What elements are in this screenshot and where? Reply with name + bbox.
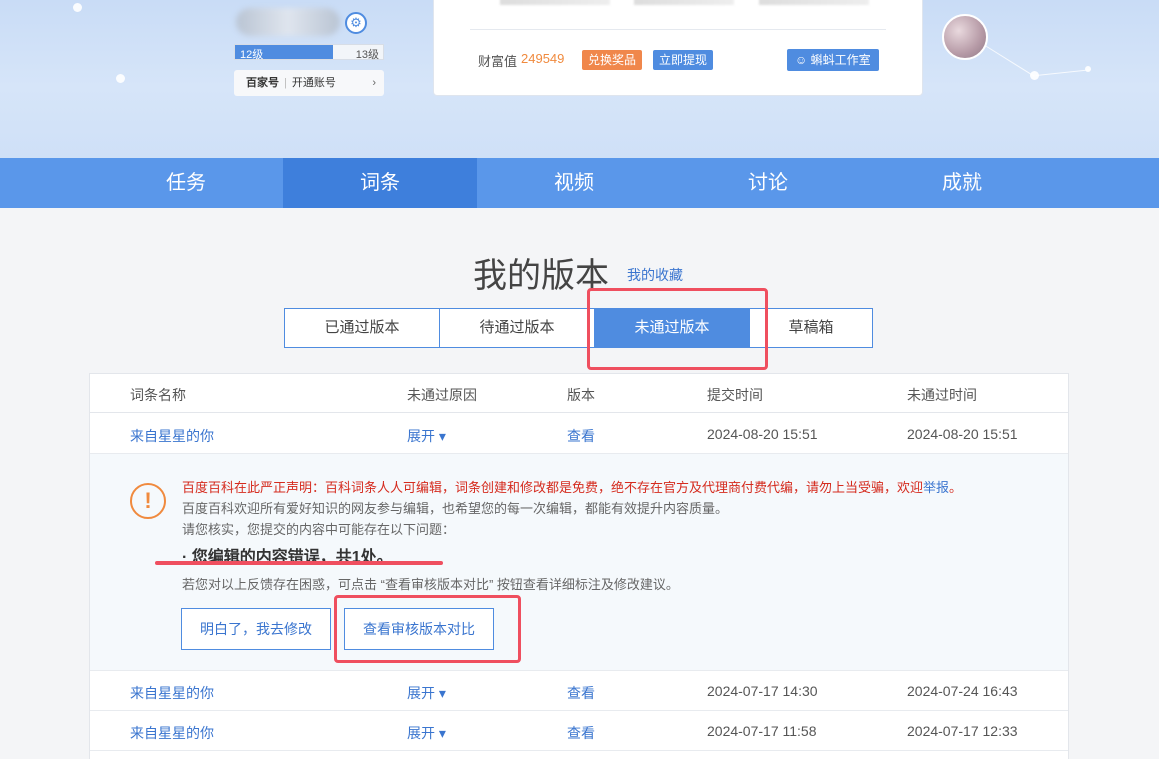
annotation-box-rejected-tab [587,288,768,370]
view-version-link[interactable]: 查看 [567,426,595,446]
entry-name-link[interactable]: 来自星星的你 [130,683,214,703]
versions-table: 词条名称 未通过原因 版本 提交时间 未通过时间 来自星星的你 展开 ▾ 查看 … [89,373,1069,759]
rejected-time: 2024-08-20 15:51 [907,426,1018,442]
warning-icon: ! [130,483,166,519]
open-account-label: 开通账号 [291,77,336,89]
current-level: 12级 [240,49,264,61]
next-level: 13级 [355,49,379,61]
baijiahao-open-account[interactable]: 百家号 | 开通账号 › [234,70,384,96]
stat-blurred [759,0,869,5]
stat-blurred [500,0,610,5]
decor-dot [73,3,82,12]
decor-line [984,45,1035,77]
avatar[interactable] [942,14,988,60]
user-stats-card: 财富值 249549 兑换奖品 立即提现 ☺ 蝌蚪工作室 [433,0,923,96]
declaration-end: 。 [949,480,963,495]
expand-reason-toggle[interactable]: 展开 ▾ [407,426,446,446]
annotation-box-compare-button [334,595,521,663]
submitted-time: 2024-07-17 14:30 [707,683,818,699]
declaration-body: 百度百科在此严正声明：百科词条人人可编辑，词条创建和修改都是免费，绝不存在官方及… [182,480,924,495]
col-version: 版本 [567,387,595,403]
tab-drafts[interactable]: 草稿箱 [750,309,872,347]
col-rejected: 未通过时间 [907,387,977,403]
col-reason: 未通过原因 [407,387,477,403]
entry-name-link[interactable]: 来自星星的你 [130,426,214,446]
nav-tab-tasks[interactable]: 任务 [89,158,283,208]
submitted-time: 2024-08-20 15:51 [707,426,818,442]
expand-reason-toggle[interactable]: 展开 ▾ [407,723,446,743]
table-row: 来自星星的你 展开 ▾ 查看 2024-08-20 15:51 2024-08-… [90,414,1068,454]
my-favorites-link[interactable]: 我的收藏 [627,265,683,285]
level-progress-bar: 12级 13级 [234,44,384,61]
wealth-value: 249549 [521,51,565,66]
nav-tab-entries[interactable]: 词条 [283,158,477,208]
profile-header: ⚙ 12级 13级 百家号 | 开通账号 › 财富值 249549 兑换奖品 立即提… [0,0,1159,158]
expand-reason-toggle[interactable]: 展开 ▾ [407,683,446,703]
version-tabs: 已通过版本 待通过版本 未通过版本 草稿箱 [284,308,873,348]
table-header: 词条名称 未通过原因 版本 提交时间 未通过时间 [90,374,1068,413]
table-row: 来自星星的你 展开 ▾ 查看 2024-07-17 11:58 2024-07-… [90,711,1068,751]
settings-gear-icon[interactable]: ⚙ [345,12,367,34]
welcome-text: 百度百科欢迎所有爱好知识的网友参与编辑，也希望您的每一次编辑，都能有效提升内容质… [182,501,729,516]
studio-label: 蝌蚪工作室 [810,53,871,67]
stat-blurred [634,0,734,5]
withdraw-button[interactable]: 立即提现 [653,50,714,70]
tab-pending[interactable]: 待通过版本 [440,309,595,347]
chevron-right-icon: › [372,77,376,89]
wealth-label: 财富值 [478,54,518,69]
tab-approved[interactable]: 已通过版本 [285,309,440,347]
baijiahao-logo: 百家号 [246,77,279,89]
card-divider [470,29,886,30]
view-version-link[interactable]: 查看 [567,683,595,703]
rejected-time: 2024-07-17 12:33 [907,723,1018,739]
tadpole-studio-button[interactable]: ☺ 蝌蚪工作室 [787,49,879,71]
view-version-link[interactable]: 查看 [567,723,595,743]
main-nav: 任务 词条 视频 讨论 成就 [0,158,1159,208]
decor-line [1035,69,1091,76]
col-entry-name: 词条名称 [130,387,186,403]
col-submitted: 提交时间 [707,387,763,403]
nav-tab-videos[interactable]: 视频 [477,158,671,208]
understood-button[interactable]: 明白了，我去修改 [181,608,331,650]
studio-icon: ☺ [795,53,808,67]
username-blurred [236,8,340,36]
annotation-underline-issue [155,561,443,565]
nav-tab-achievements[interactable]: 成就 [865,158,1059,208]
table-row: 来自星星的你 展开 ▾ 查看 2024-07-17 14:30 2024-07-… [90,671,1068,711]
decor-dot [116,74,125,83]
check-prompt: 请您核实，您提交的内容中可能存在以下问题： [182,522,456,537]
hint-text: 若您对以上反馈存在困惑，可点击 “查看审核版本对比” 按钮查看详细标注及修改建议… [182,577,679,592]
redeem-prize-button[interactable]: 兑换奖品 [582,50,643,70]
entry-name-link[interactable]: 来自星星的你 [130,723,214,743]
rejected-time: 2024-07-24 16:43 [907,683,1018,699]
report-link[interactable]: 举报 [923,480,949,495]
declaration-text: 百度百科在此严正声明：百科词条人人可编辑，词条创建和修改都是免费，绝不存在官方及… [182,477,962,496]
nav-tab-discussions[interactable]: 讨论 [671,158,865,208]
submitted-time: 2024-07-17 11:58 [707,723,817,739]
